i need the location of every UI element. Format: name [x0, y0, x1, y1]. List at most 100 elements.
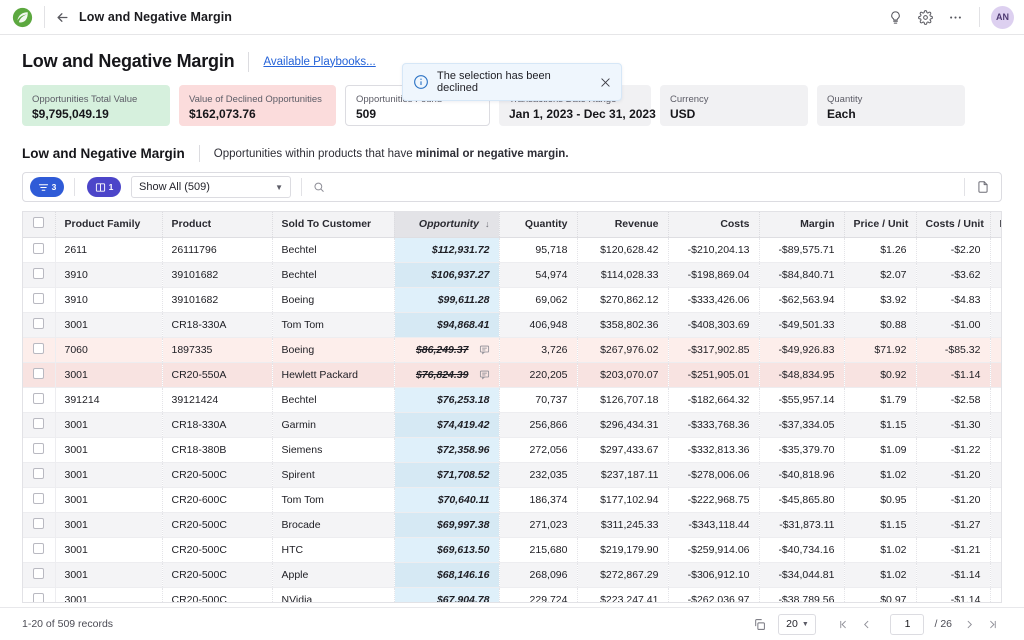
column-header-margin_unit[interactable]: Margin / Unit	[990, 212, 1002, 237]
row-select-cell[interactable]	[23, 312, 55, 337]
table-row[interactable]: 39121439121424Bechtel$76,253.1870,737$12…	[23, 387, 1002, 412]
filter-button[interactable]: 3	[30, 177, 64, 197]
column-header-product_family[interactable]: Product Family	[55, 212, 162, 237]
data-table: Product FamilyProductSold To CustomerOpp…	[23, 212, 1002, 603]
back-button[interactable]	[45, 0, 79, 35]
gear-icon[interactable]	[911, 3, 939, 31]
comment-icon[interactable]	[479, 344, 490, 355]
table-row[interactable]: 3001CR20-500CBrocade$69,997.38271,023$31…	[23, 512, 1002, 537]
app-logo[interactable]	[0, 7, 44, 28]
cell-product_family: 3001	[55, 587, 162, 603]
row-checkbox[interactable]	[33, 393, 44, 404]
row-checkbox[interactable]	[33, 318, 44, 329]
table-row[interactable]: 3001CR20-500CHTC$69,613.50215,680$219,17…	[23, 537, 1002, 562]
columns-button[interactable]: 1	[87, 177, 121, 197]
select-all-header[interactable]	[23, 212, 55, 237]
column-header-costs[interactable]: Costs	[668, 212, 759, 237]
close-icon[interactable]	[600, 77, 611, 88]
section-subtitle-prefix: Opportunities within products that have	[214, 148, 416, 160]
data-table-container[interactable]: Product FamilyProductSold To CustomerOpp…	[22, 211, 1002, 603]
row-checkbox[interactable]	[33, 343, 44, 354]
cell-margin: -$35,379.70	[759, 437, 844, 462]
row-select-cell[interactable]	[23, 337, 55, 362]
row-select-cell[interactable]	[23, 512, 55, 537]
row-checkbox[interactable]	[33, 468, 44, 479]
kpi-card-currency: Currency USD	[660, 85, 808, 126]
row-select-cell[interactable]	[23, 537, 55, 562]
column-header-costs_unit[interactable]: Costs / Unit	[916, 212, 990, 237]
avatar[interactable]: AN	[991, 6, 1014, 29]
cell-product_family: 3910	[55, 287, 162, 312]
last-page-button[interactable]	[983, 614, 1002, 635]
more-options-icon[interactable]	[941, 3, 969, 31]
cell-margin: -$31,873.11	[759, 512, 844, 537]
row-select-cell[interactable]	[23, 437, 55, 462]
row-select-cell[interactable]	[23, 412, 55, 437]
select-all-checkbox[interactable]	[33, 217, 44, 228]
column-header-margin[interactable]: Margin	[759, 212, 844, 237]
first-page-button[interactable]	[834, 614, 853, 635]
opportunity-value: $71,708.52	[437, 469, 490, 481]
row-select-cell[interactable]	[23, 262, 55, 287]
row-checkbox[interactable]	[33, 443, 44, 454]
table-body: 261126111796Bechtel$112,931.7295,718$120…	[23, 237, 1002, 603]
row-checkbox[interactable]	[33, 368, 44, 379]
cell-revenue: $126,707.18	[577, 387, 668, 412]
table-row[interactable]: 3001CR18-330AGarmin$74,419.42256,866$296…	[23, 412, 1002, 437]
export-document-icon[interactable]	[965, 173, 1001, 201]
row-checkbox[interactable]	[33, 243, 44, 254]
table-row[interactable]: 3001CR20-500CSpirent$71,708.52232,035$23…	[23, 462, 1002, 487]
cell-customer: Bechtel	[272, 237, 394, 262]
section-divider	[199, 145, 200, 162]
row-select-cell[interactable]	[23, 237, 55, 262]
first-page-icon	[838, 619, 849, 630]
cell-opportunity: $68,146.16	[394, 562, 499, 587]
cell-quantity: 69,062	[499, 287, 577, 312]
cell-margin_unit: -$0.15	[990, 412, 1002, 437]
column-header-revenue[interactable]: Revenue	[577, 212, 668, 237]
column-header-product[interactable]: Product	[162, 212, 272, 237]
page-number-input[interactable]: 1	[890, 614, 924, 635]
row-checkbox[interactable]	[33, 268, 44, 279]
copy-icon[interactable]	[753, 618, 766, 631]
cell-costs: -$317,902.85	[668, 337, 759, 362]
cell-revenue: $237,187.11	[577, 462, 668, 487]
row-checkbox[interactable]	[33, 418, 44, 429]
show-all-select[interactable]: Show All (509) ▼	[131, 176, 291, 198]
table-row[interactable]: 3001CR18-380BSiemens$72,358.96272,056$29…	[23, 437, 1002, 462]
table-row[interactable]: 3001CR18-330ATom Tom$94,868.41406,948$35…	[23, 312, 1002, 337]
row-checkbox[interactable]	[33, 493, 44, 504]
row-select-cell[interactable]	[23, 387, 55, 412]
cell-costs_unit: -$3.62	[916, 262, 990, 287]
row-select-cell[interactable]	[23, 362, 55, 387]
row-checkbox[interactable]	[33, 593, 44, 604]
comment-icon[interactable]	[479, 369, 490, 380]
row-checkbox[interactable]	[33, 293, 44, 304]
search-input[interactable]	[331, 181, 964, 193]
lightbulb-icon[interactable]	[881, 3, 909, 31]
row-checkbox[interactable]	[33, 543, 44, 554]
table-row[interactable]: 3001CR20-500CApple$68,146.16268,096$272,…	[23, 562, 1002, 587]
prev-page-button[interactable]	[857, 614, 876, 635]
row-checkbox[interactable]	[33, 518, 44, 529]
column-header-customer[interactable]: Sold To Customer	[272, 212, 394, 237]
table-row[interactable]: 3001CR20-600CTom Tom$70,640.11186,374$17…	[23, 487, 1002, 512]
row-checkbox[interactable]	[33, 568, 44, 579]
row-select-cell[interactable]	[23, 487, 55, 512]
table-row[interactable]: 261126111796Bechtel$112,931.7295,718$120…	[23, 237, 1002, 262]
table-row[interactable]: 391039101682Boeing$99,611.2869,062$270,8…	[23, 287, 1002, 312]
table-row[interactable]: 3001CR20-500CNVidia$67,904.78229,724$223…	[23, 587, 1002, 603]
page-size-select[interactable]: 20 ▼	[778, 614, 816, 635]
next-page-button[interactable]	[960, 614, 979, 635]
row-select-cell[interactable]	[23, 587, 55, 603]
table-row[interactable]: 3001CR20-550AHewlett Packard$76,824.3922…	[23, 362, 1002, 387]
available-playbooks-link[interactable]: Available Playbooks...	[263, 56, 375, 68]
column-header-opportunity[interactable]: Opportunity↓	[394, 212, 499, 237]
table-row[interactable]: 70601897335Boeing$86,249.373,726$267,976…	[23, 337, 1002, 362]
column-header-price_unit[interactable]: Price / Unit	[844, 212, 916, 237]
table-row[interactable]: 391039101682Bechtel$106,937.2754,974$114…	[23, 262, 1002, 287]
column-header-quantity[interactable]: Quantity	[499, 212, 577, 237]
row-select-cell[interactable]	[23, 287, 55, 312]
row-select-cell[interactable]	[23, 462, 55, 487]
row-select-cell[interactable]	[23, 562, 55, 587]
